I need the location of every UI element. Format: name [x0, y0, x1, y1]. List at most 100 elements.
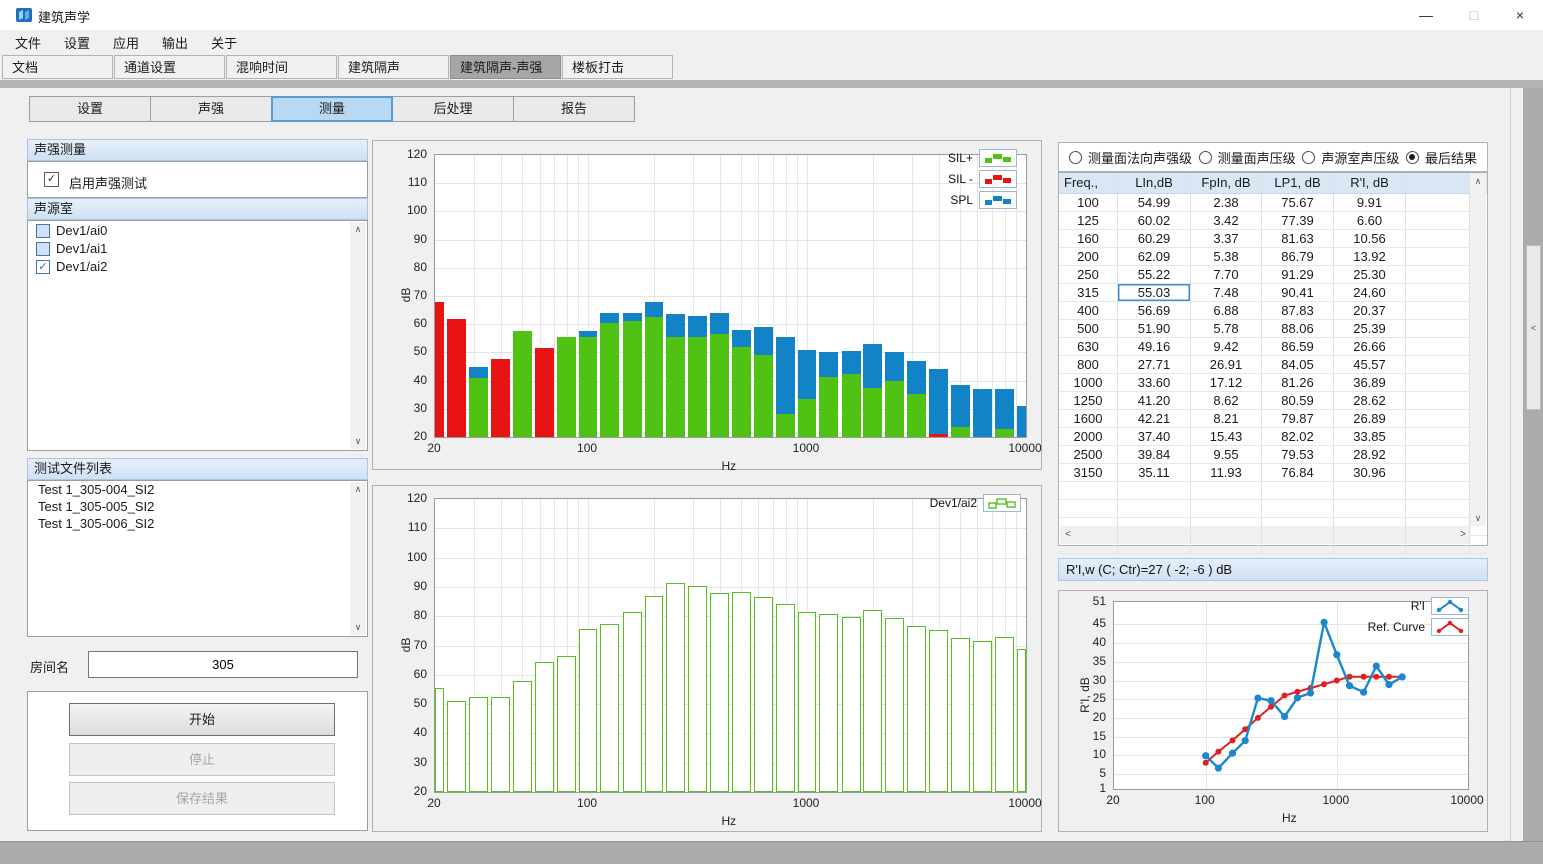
- radio-option[interactable]: 最后结果: [1406, 148, 1477, 167]
- table-cell[interactable]: 13.92: [1334, 248, 1406, 265]
- scroll-up-icon[interactable]: ∧: [1470, 174, 1486, 189]
- table-cell[interactable]: 54.99: [1118, 194, 1191, 211]
- table-cell[interactable]: 9.42: [1191, 338, 1262, 355]
- table-cell[interactable]: 1000: [1059, 374, 1118, 391]
- table-cell[interactable]: 24.60: [1334, 284, 1406, 301]
- channel-list-item[interactable]: Dev1/ai0: [28, 221, 367, 239]
- table-cell[interactable]: 56.69: [1118, 302, 1191, 319]
- table-cell[interactable]: 26.89: [1334, 410, 1406, 427]
- table-cell[interactable]: 88.06: [1262, 320, 1334, 337]
- table-cell[interactable]: 77.39: [1262, 212, 1334, 229]
- table-cell[interactable]: 51.90: [1118, 320, 1191, 337]
- table-cell[interactable]: 55.03: [1118, 284, 1191, 301]
- table-cell[interactable]: 630: [1059, 338, 1118, 355]
- sub-tab-设置[interactable]: 设置: [29, 96, 151, 122]
- table-cell[interactable]: 3.42: [1191, 212, 1262, 229]
- table-cell[interactable]: 400: [1059, 302, 1118, 319]
- room-name-input[interactable]: [88, 651, 358, 678]
- table-cell[interactable]: 3150: [1059, 464, 1118, 481]
- table-cell[interactable]: 36.89: [1334, 374, 1406, 391]
- table-cell[interactable]: 81.26: [1262, 374, 1334, 391]
- menu-item-3[interactable]: 应用: [102, 30, 150, 55]
- scroll-up-icon[interactable]: ∧: [350, 482, 366, 497]
- table-cell[interactable]: 5.78: [1191, 320, 1262, 337]
- table-cell[interactable]: 90.41: [1262, 284, 1334, 301]
- table-cell[interactable]: [1406, 284, 1470, 301]
- scroll-down-icon[interactable]: ∨: [350, 434, 366, 449]
- scroll-down-icon[interactable]: ∨: [1470, 511, 1486, 526]
- table-cell[interactable]: 9.91: [1334, 194, 1406, 211]
- maximize-button[interactable]: □: [1451, 0, 1497, 30]
- table-cell[interactable]: 500: [1059, 320, 1118, 337]
- table-cell[interactable]: 41.20: [1118, 392, 1191, 409]
- table-cell[interactable]: 3.37: [1191, 230, 1262, 247]
- table-cell[interactable]: 250: [1059, 266, 1118, 283]
- table-cell[interactable]: [1406, 392, 1470, 409]
- table-cell[interactable]: 33.85: [1334, 428, 1406, 445]
- table-cell[interactable]: [1406, 194, 1470, 211]
- table-cell[interactable]: 11.93: [1191, 464, 1262, 481]
- table-cell[interactable]: [1406, 446, 1470, 463]
- main-tab-建筑隔声[interactable]: 建筑隔声: [338, 55, 449, 79]
- table-cell[interactable]: 37.40: [1118, 428, 1191, 445]
- test-file-item[interactable]: Test 1_305-005_SI2: [28, 498, 367, 515]
- table-cell[interactable]: 76.84: [1262, 464, 1334, 481]
- table-cell[interactable]: 30.96: [1334, 464, 1406, 481]
- table-cell[interactable]: [1406, 230, 1470, 247]
- table-cell[interactable]: 60.29: [1118, 230, 1191, 247]
- close-button[interactable]: ×: [1497, 0, 1543, 30]
- stop-button[interactable]: 停止: [69, 743, 335, 776]
- table-cell[interactable]: [1406, 266, 1470, 283]
- table-cell[interactable]: 25.39: [1334, 320, 1406, 337]
- table-cell[interactable]: 81.63: [1262, 230, 1334, 247]
- table-vertical-scrollbar[interactable]: ∧ ∨: [1470, 174, 1486, 526]
- scroll-up-icon[interactable]: ∧: [350, 222, 366, 237]
- table-cell[interactable]: [1406, 338, 1470, 355]
- table-cell[interactable]: 35.11: [1118, 464, 1191, 481]
- table-cell[interactable]: 100: [1059, 194, 1118, 211]
- table-cell[interactable]: 86.79: [1262, 248, 1334, 265]
- table-cell[interactable]: 2000: [1059, 428, 1118, 445]
- table-cell[interactable]: 7.70: [1191, 266, 1262, 283]
- table-cell[interactable]: [1406, 464, 1470, 481]
- table-cell[interactable]: 87.83: [1262, 302, 1334, 319]
- radio-option[interactable]: 测量面声压级: [1199, 148, 1296, 167]
- collapse-panel-handle[interactable]: <: [1526, 245, 1541, 410]
- save-results-button[interactable]: 保存结果: [69, 782, 335, 815]
- radio-option[interactable]: 声源室声压级: [1302, 148, 1399, 167]
- sub-tab-声强[interactable]: 声强: [150, 96, 272, 122]
- table-cell[interactable]: 75.67: [1262, 194, 1334, 211]
- table-cell[interactable]: 33.60: [1118, 374, 1191, 391]
- table-cell[interactable]: 28.92: [1334, 446, 1406, 463]
- table-cell[interactable]: 200: [1059, 248, 1118, 265]
- table-cell[interactable]: 5.38: [1191, 248, 1262, 265]
- table-cell[interactable]: 15.43: [1191, 428, 1262, 445]
- table-cell[interactable]: 84.05: [1262, 356, 1334, 373]
- table-cell[interactable]: 25.30: [1334, 266, 1406, 283]
- table-cell[interactable]: 800: [1059, 356, 1118, 373]
- table-cell[interactable]: 91.29: [1262, 266, 1334, 283]
- table-cell[interactable]: 42.21: [1118, 410, 1191, 427]
- menu-item-4[interactable]: 输出: [151, 30, 199, 55]
- channel-list-scrollbar[interactable]: ∧ ∨: [350, 222, 366, 449]
- table-cell[interactable]: 62.09: [1118, 248, 1191, 265]
- table-cell[interactable]: [1406, 356, 1470, 373]
- table-cell[interactable]: [1406, 248, 1470, 265]
- table-cell[interactable]: 26.91: [1191, 356, 1262, 373]
- table-cell[interactable]: 79.87: [1262, 410, 1334, 427]
- main-tab-混响时间[interactable]: 混响时间: [226, 55, 337, 79]
- table-cell[interactable]: 1600: [1059, 410, 1118, 427]
- table-cell[interactable]: 20.37: [1334, 302, 1406, 319]
- test-file-item[interactable]: Test 1_305-006_SI2: [28, 515, 367, 532]
- table-cell[interactable]: [1406, 302, 1470, 319]
- minimize-button[interactable]: —: [1403, 0, 1449, 30]
- radio-option[interactable]: 测量面法向声强级: [1069, 148, 1192, 167]
- table-cell[interactable]: 8.62: [1191, 392, 1262, 409]
- table-cell[interactable]: 39.84: [1118, 446, 1191, 463]
- table-cell[interactable]: [1406, 410, 1470, 427]
- table-cell[interactable]: 10.56: [1334, 230, 1406, 247]
- table-cell[interactable]: 2500: [1059, 446, 1118, 463]
- table-cell[interactable]: 45.57: [1334, 356, 1406, 373]
- file-list-scrollbar[interactable]: ∧ ∨: [350, 482, 366, 635]
- table-cell[interactable]: 125: [1059, 212, 1118, 229]
